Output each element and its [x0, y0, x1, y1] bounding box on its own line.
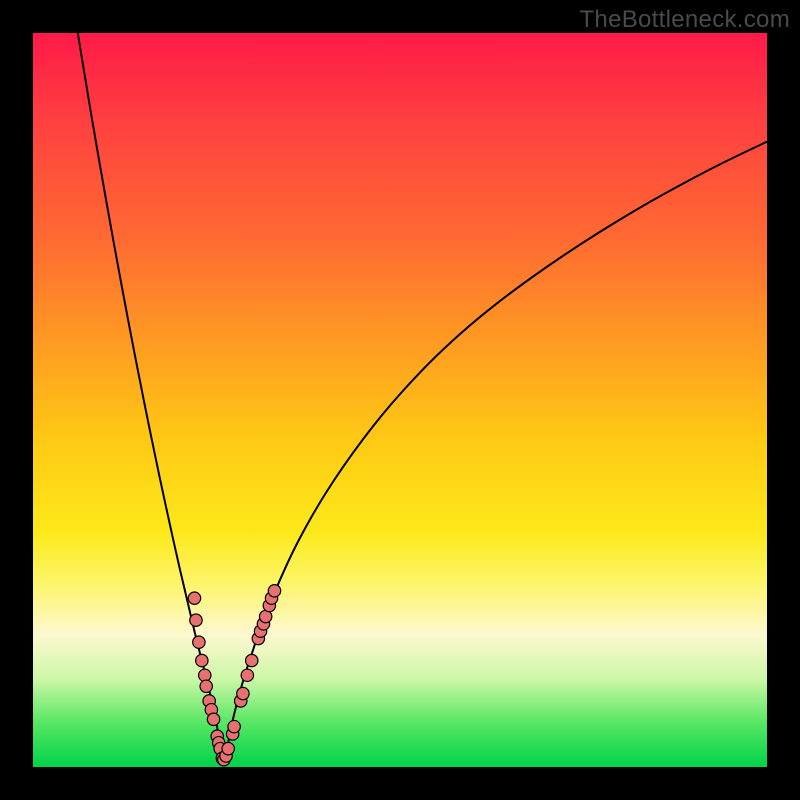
datapoint [193, 636, 205, 648]
watermark-text: TheBottleneck.com [579, 6, 790, 34]
datapoint [228, 720, 240, 732]
datapoints-group [188, 585, 280, 766]
datapoint [237, 687, 249, 699]
datapoint [196, 654, 208, 666]
datapoint [246, 654, 258, 666]
datapoint [241, 669, 253, 681]
chart-svg [33, 33, 767, 767]
bottleneck-curve [78, 33, 767, 763]
datapoint [222, 742, 234, 754]
datapoint [188, 592, 200, 604]
datapoint [268, 585, 280, 597]
datapoint [207, 713, 219, 725]
datapoint [199, 669, 211, 681]
datapoint [190, 614, 202, 626]
datapoint [200, 680, 212, 692]
